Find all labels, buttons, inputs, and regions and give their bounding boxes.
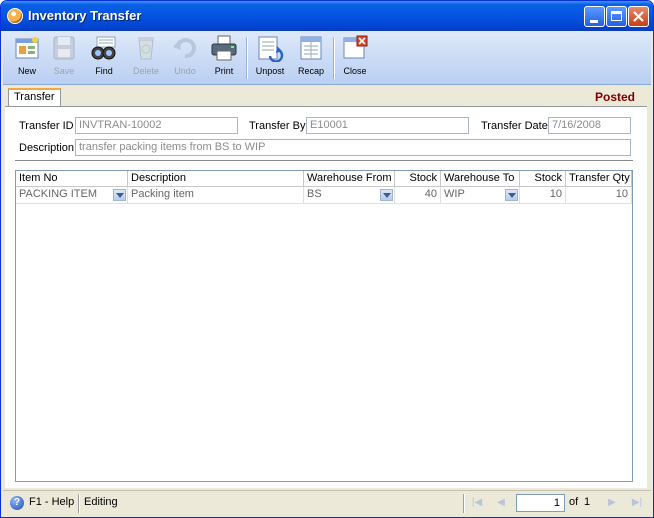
close-button[interactable]: Close: [336, 34, 374, 82]
cell-stock-to[interactable]: 10: [520, 187, 566, 204]
warehouse-to-value: WIP: [444, 188, 465, 200]
warehouse-from-value: BS: [307, 188, 322, 200]
undo-icon: [170, 34, 200, 62]
transfer-id-field[interactable]: INVTRAN-10002: [75, 117, 238, 134]
status-bar: ? F1 - Help Editing |◀ ◀ 1 of 1 ▶ ▶|: [3, 490, 651, 516]
cell-description[interactable]: Packing item: [128, 187, 304, 204]
cell-transfer-qty[interactable]: 10: [566, 187, 632, 204]
unpost-icon: [255, 34, 285, 63]
toolbar-separator: [333, 37, 335, 79]
maximize-icon: [611, 11, 622, 21]
recap-icon: [296, 34, 326, 62]
form-content: Transfer Posted Transfer ID INVTRAN-1000…: [5, 87, 647, 488]
window-title: Inventory Transfer: [28, 8, 142, 23]
inventory-transfer-window: Inventory Transfer New Save Find Delete …: [0, 0, 654, 518]
page-number-input[interactable]: 1: [516, 494, 565, 512]
column-header-warehouse-from[interactable]: Warehouse From: [304, 171, 395, 187]
column-header-stock-from[interactable]: Stock: [395, 171, 441, 187]
cell-item-no[interactable]: PACKING ITEM: [16, 187, 128, 204]
title-bar[interactable]: Inventory Transfer: [1, 1, 653, 31]
save-button[interactable]: Save: [45, 34, 83, 82]
transfer-by-field[interactable]: E10001: [306, 117, 469, 134]
total-pages: 1: [584, 496, 591, 508]
mode-status: Editing: [84, 496, 118, 508]
find-button[interactable]: Find: [85, 34, 123, 82]
transfer-date-label: Transfer Date: [481, 120, 548, 132]
divider: [15, 160, 633, 161]
tab-transfer[interactable]: Transfer: [8, 88, 61, 106]
new-document-icon: [12, 34, 42, 62]
toolbar-separator: [246, 37, 248, 79]
dropdown-arrow-icon[interactable]: [505, 189, 518, 201]
column-header-stock-to[interactable]: Stock: [520, 171, 566, 187]
column-header-transfer-qty[interactable]: Transfer Qty: [566, 171, 632, 187]
cell-stock-from[interactable]: 40: [395, 187, 441, 204]
cell-warehouse-from[interactable]: BS: [304, 187, 395, 204]
recap-button[interactable]: Recap: [292, 34, 330, 82]
last-page-icon[interactable]: ▶|: [629, 495, 645, 511]
unpost-button[interactable]: Unpost: [251, 34, 289, 82]
close-window-button[interactable]: [628, 6, 649, 27]
new-button[interactable]: New: [8, 34, 46, 82]
column-header-description[interactable]: Description: [128, 171, 304, 187]
dropdown-arrow-icon[interactable]: [113, 189, 126, 201]
binoculars-icon: [89, 34, 119, 62]
help-hint: F1 - Help: [29, 496, 75, 508]
save-icon: [49, 34, 79, 62]
maximize-button[interactable]: [606, 6, 627, 27]
column-header-item-no[interactable]: Item No: [16, 171, 128, 187]
transfer-date-field[interactable]: 7/16/2008: [548, 117, 631, 134]
minimize-button[interactable]: [584, 6, 605, 27]
items-grid: Item No Description Warehouse From Stock…: [15, 170, 633, 482]
description-label: Description: [19, 142, 75, 154]
delete-button[interactable]: Delete: [127, 34, 165, 82]
posted-status: Posted: [594, 90, 635, 104]
dropdown-arrow-icon[interactable]: [380, 189, 393, 201]
statusbar-separator: [463, 494, 465, 513]
undo-button[interactable]: Undo: [166, 34, 204, 82]
print-button[interactable]: Print: [205, 34, 243, 82]
column-header-warehouse-to[interactable]: Warehouse To: [441, 171, 520, 187]
printer-icon: [209, 34, 239, 62]
tab-bar: Transfer Posted: [5, 87, 647, 107]
transfer-by-label: Transfer By: [249, 120, 306, 132]
page-of-label: of: [569, 496, 579, 508]
transfer-id-label: Transfer ID: [19, 120, 74, 132]
help-icon[interactable]: ?: [10, 496, 24, 510]
statusbar-separator: [78, 494, 80, 513]
description-field[interactable]: transfer packing items from BS to WIP: [75, 139, 631, 156]
close-icon: [633, 11, 644, 22]
first-page-icon[interactable]: |◀: [469, 495, 485, 511]
close-form-icon: [340, 34, 370, 62]
toolbar: New Save Find Delete Undo Print Unpost R…: [3, 31, 651, 85]
item-no-value: PACKING ITEM: [19, 188, 98, 200]
cell-warehouse-to[interactable]: WIP: [441, 187, 520, 204]
recycle-bin-icon: [131, 34, 161, 62]
app-icon: [7, 8, 23, 24]
minimize-icon: [590, 20, 598, 23]
previous-page-icon[interactable]: ◀: [493, 495, 509, 511]
next-page-icon[interactable]: ▶: [604, 495, 620, 511]
